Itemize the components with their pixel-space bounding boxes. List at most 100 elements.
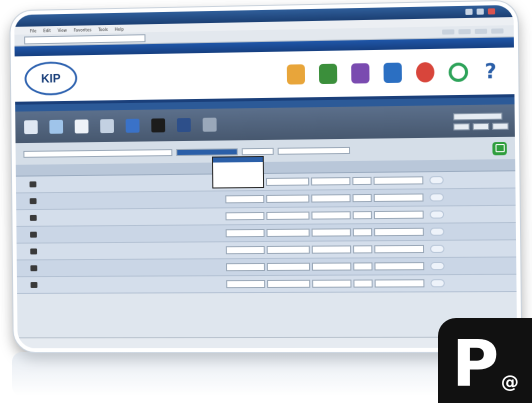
row-filename[interactable]: [40, 199, 225, 201]
file-type-icon: [29, 214, 37, 221]
browser-tool-button[interactable]: [442, 29, 455, 35]
globe-icon: [318, 63, 338, 84]
row-select-field[interactable]: [374, 262, 425, 271]
page-icon: [74, 118, 89, 133]
browser-tool-button[interactable]: [491, 28, 504, 34]
menu-edit[interactable]: Edit: [43, 28, 51, 33]
header-icon-button[interactable]: [379, 62, 406, 84]
cloud-icon[interactable]: [430, 261, 445, 271]
row-select-field[interactable]: [352, 211, 372, 220]
row-select-field[interactable]: [373, 193, 424, 202]
header-icon-button[interactable]: [315, 63, 341, 85]
row-select-field[interactable]: [266, 245, 310, 254]
cloud-icon[interactable]: [429, 176, 444, 185]
row-select-field[interactable]: [266, 194, 310, 203]
row-select-field[interactable]: [374, 279, 425, 288]
maximize-button[interactable]: [476, 8, 484, 15]
row-filename[interactable]: [41, 250, 226, 251]
row-select-field[interactable]: [353, 245, 373, 254]
browser-tool-button[interactable]: [474, 28, 488, 35]
toolbar-field-3[interactable]: [472, 122, 490, 130]
dropdown-option[interactable]: [213, 182, 263, 187]
cloud-icon[interactable]: [429, 227, 445, 236]
address-input[interactable]: [24, 33, 146, 44]
menu-file[interactable]: File: [30, 28, 37, 33]
cloud-icon[interactable]: [429, 193, 444, 202]
row-select-field[interactable]: [311, 211, 351, 220]
row-select-field[interactable]: [352, 193, 372, 203]
row-select-field[interactable]: [353, 262, 373, 271]
row-select-field[interactable]: [353, 279, 373, 288]
filter-input-3[interactable]: [277, 146, 351, 155]
row-select-field[interactable]: [373, 210, 424, 220]
browser-tool-button[interactable]: [458, 29, 471, 35]
table-row[interactable]: [16, 274, 517, 294]
badge-letter: P: [452, 328, 499, 402]
cloud-icon[interactable]: [429, 210, 445, 219]
filter-dropdown[interactable]: [211, 155, 265, 189]
row-select-field[interactable]: [226, 262, 265, 272]
row-select-field[interactable]: [311, 245, 352, 254]
row-select-field[interactable]: [374, 227, 424, 237]
row-select-field[interactable]: [311, 194, 351, 203]
grid-header-col-5: [362, 166, 413, 167]
row-select-field[interactable]: [267, 279, 311, 288]
toolbar-tool-button[interactable]: [72, 118, 92, 134]
toolbar-tool-button[interactable]: [174, 117, 194, 132]
menu-help[interactable]: Help: [115, 26, 124, 31]
filter-input-1[interactable]: [23, 148, 173, 158]
row-filename[interactable]: [40, 182, 225, 184]
toolbar-field-4[interactable]: [492, 122, 509, 130]
row-filename[interactable]: [41, 233, 226, 234]
row-select-field[interactable]: [225, 194, 265, 204]
row-select-field[interactable]: [266, 211, 310, 220]
toolbar-tool-button[interactable]: [46, 119, 66, 134]
minimize-button[interactable]: [465, 8, 473, 15]
badge-at-sign: @: [500, 372, 519, 393]
menu-view[interactable]: View: [58, 27, 67, 32]
toolbar-tool-button[interactable]: [123, 118, 143, 133]
color-wheel-icon: [415, 61, 435, 83]
go-button[interactable]: [492, 141, 507, 155]
toolbar-tool-button[interactable]: [97, 118, 117, 134]
header-icon-button[interactable]: [347, 62, 373, 85]
file-type-icon: [30, 265, 38, 272]
header-icon-button[interactable]: [444, 61, 471, 83]
filter-select[interactable]: [176, 147, 238, 156]
toolbar-tool-button[interactable]: [21, 119, 41, 135]
row-select-field[interactable]: [352, 176, 372, 186]
row-select-field[interactable]: [311, 228, 351, 237]
row-filename[interactable]: [41, 216, 226, 218]
menu-tools[interactable]: Tools: [98, 27, 108, 32]
cloud-icon[interactable]: [430, 244, 445, 253]
row-filename[interactable]: [41, 284, 226, 285]
file-type-icon: [30, 248, 38, 255]
row-select-field[interactable]: [311, 262, 352, 271]
row-select-field[interactable]: [374, 244, 425, 254]
row-select-field[interactable]: [225, 228, 265, 238]
row-select-field[interactable]: [226, 279, 266, 289]
row-select-field[interactable]: [225, 245, 265, 255]
printer-icon: [383, 62, 402, 83]
row-select-field[interactable]: [266, 262, 311, 271]
row-select-field[interactable]: [352, 228, 373, 237]
row-select-field[interactable]: [265, 177, 310, 186]
menu-favorites[interactable]: Favorites: [74, 27, 92, 32]
row-select-field[interactable]: [266, 228, 310, 237]
cloud-icon[interactable]: [430, 279, 445, 288]
bottle-icon: [286, 63, 306, 85]
row-select-field[interactable]: [373, 176, 424, 185]
toolbar-field-1[interactable]: [453, 112, 503, 120]
toolbar-field-2[interactable]: [453, 122, 470, 130]
row-select-field[interactable]: [225, 211, 265, 221]
header-icon-button[interactable]: ?: [477, 58, 504, 83]
header-icon-button[interactable]: [412, 61, 439, 83]
row-select-field[interactable]: [312, 279, 352, 288]
close-button[interactable]: [487, 8, 496, 15]
toolbar-tool-button[interactable]: [200, 117, 220, 132]
filter-input-2[interactable]: [241, 147, 274, 155]
row-filename[interactable]: [41, 267, 226, 268]
toolbar-tool-button[interactable]: [148, 117, 168, 133]
row-select-field[interactable]: [311, 177, 351, 186]
header-icon-button[interactable]: [283, 63, 309, 85]
